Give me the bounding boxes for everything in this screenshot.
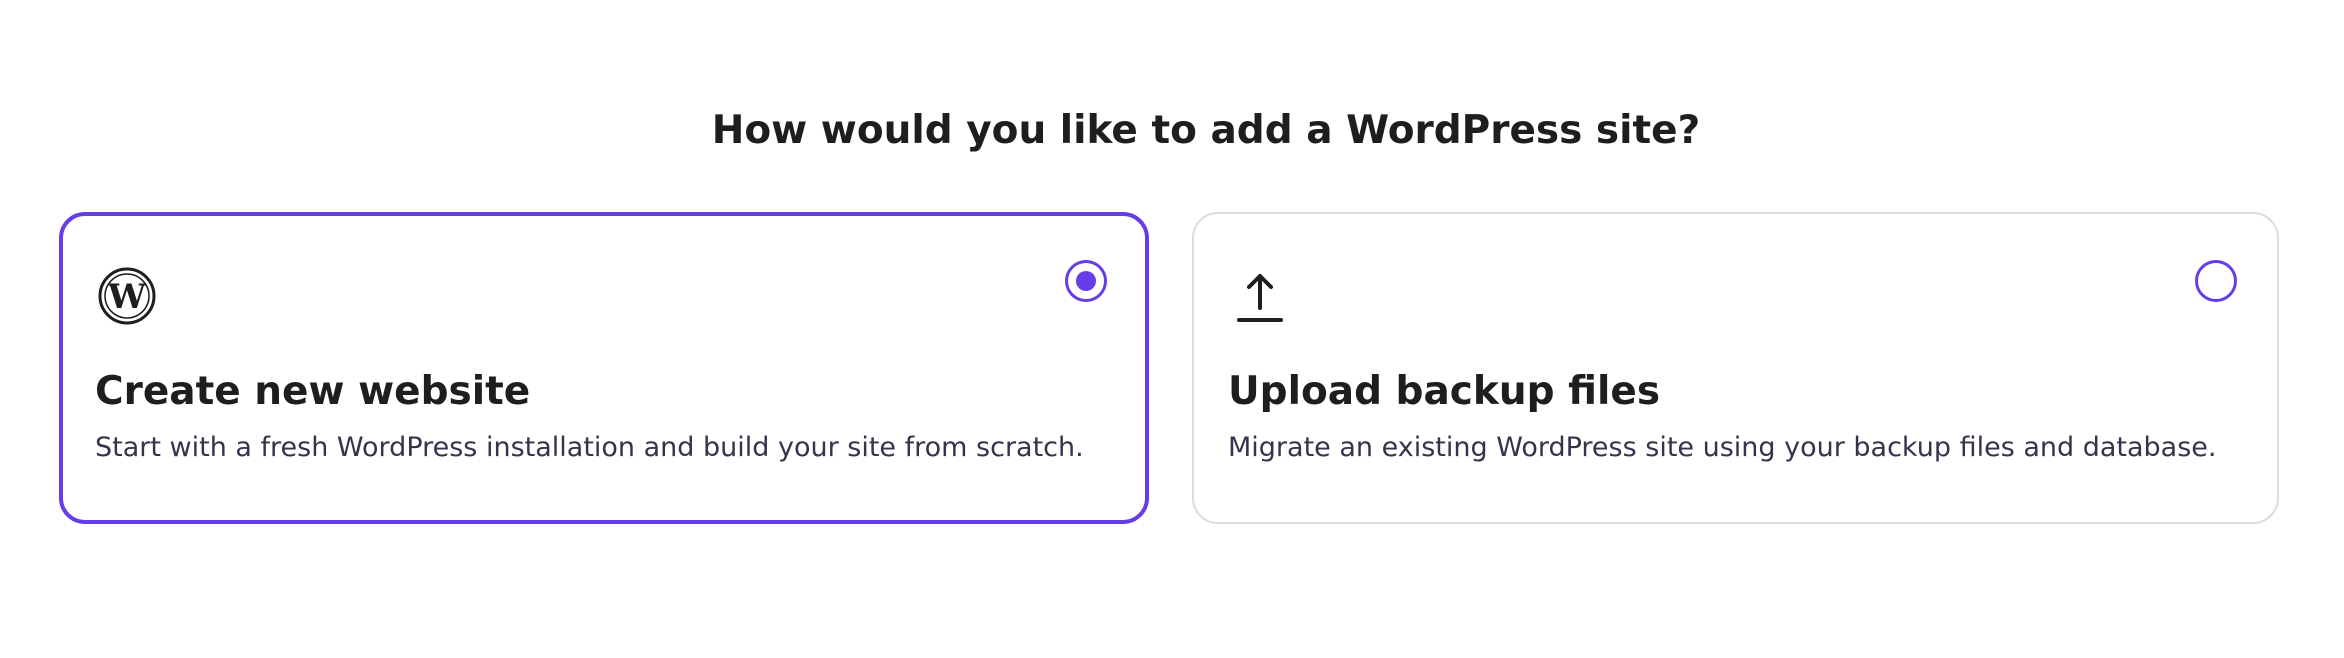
option-title: Create new website [95, 369, 531, 414]
radio-dot [1076, 271, 1096, 291]
wordpress-logo-icon: W [97, 266, 157, 326]
upload-icon [1230, 266, 1290, 326]
add-wordpress-site-page: How would you like to add a WordPress si… [0, 0, 2344, 658]
option-description: Start with a fresh WordPress installatio… [95, 432, 1084, 463]
option-description: Migrate an existing WordPress site using… [1228, 432, 2217, 463]
create-new-website-card[interactable]: W Create new website Start with a fresh … [59, 212, 1149, 524]
heading-container: How would you like to add a WordPress si… [0, 108, 2344, 153]
radio-button-selected[interactable] [1065, 260, 1107, 302]
upload-backup-files-card[interactable]: Upload backup files Migrate an existing … [1192, 212, 2279, 524]
radio-button-unselected[interactable] [2195, 260, 2237, 302]
page-title: How would you like to add a WordPress si… [711, 108, 1701, 153]
site-options: W Create new website Start with a fresh … [59, 212, 2279, 524]
svg-text:W: W [107, 277, 147, 317]
option-title: Upload backup files [1228, 369, 1661, 414]
